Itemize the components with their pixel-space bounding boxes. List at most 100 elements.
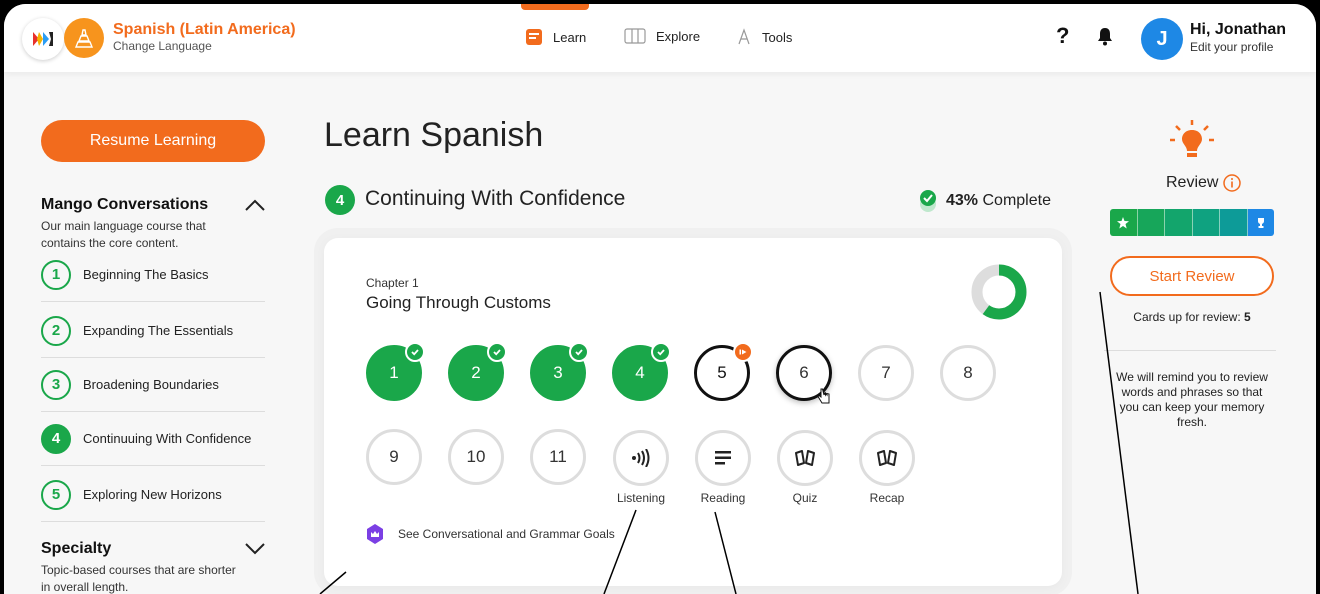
recap-label: Recap: [869, 491, 905, 505]
reading-icon: [715, 451, 731, 465]
lesson-number: 10: [466, 447, 486, 466]
cards-up-count: 5: [1244, 310, 1251, 324]
completion-percent: 43%: [946, 192, 979, 209]
cards-icon: [795, 450, 815, 466]
mango-logo[interactable]: [22, 18, 64, 60]
course-item-1[interactable]: 1 Beginning The Basics: [41, 248, 265, 302]
quiz-activity[interactable]: [777, 430, 833, 486]
star-icon: [1110, 209, 1138, 236]
specialty-title: Specialty: [41, 540, 112, 557]
lesson-circle[interactable]: 9: [366, 429, 422, 485]
chapter-card: Chapter 1 Going Through Customs 1 2 3 4 5 6 7 8…: [324, 238, 1062, 586]
listening-activity[interactable]: [613, 430, 669, 486]
bell-icon[interactable]: [1096, 26, 1114, 51]
lesson-number: 11: [549, 447, 567, 466]
learn-icon: [526, 29, 542, 45]
course-item-5[interactable]: 5 Exploring New Horizons: [41, 468, 265, 522]
explore-icon: [624, 28, 646, 44]
checkmark-icon: [405, 342, 425, 362]
cards-up-label: Cards up for review:: [1133, 310, 1241, 324]
reading-activity[interactable]: [695, 430, 751, 486]
course-label: Continuuing With Confidence: [83, 431, 252, 446]
course-label: Expanding The Essentials: [83, 323, 234, 338]
divider: [1104, 350, 1276, 351]
course-number-badge: 3: [41, 369, 71, 400]
reading-label: Reading: [700, 491, 746, 505]
lesson-number: 1: [389, 363, 399, 382]
help-icon[interactable]: ?: [1056, 23, 1069, 49]
lesson-number: 6: [799, 363, 809, 382]
language-name[interactable]: Spanish (Latin America): [113, 21, 296, 39]
lesson-circle[interactable]: 10: [448, 429, 504, 485]
chapter-title: Going Through Customs: [366, 293, 551, 312]
edit-profile-link[interactable]: Edit your profile: [1190, 40, 1273, 54]
lesson-circle[interactable]: 7: [858, 345, 914, 401]
lesson-number: 5: [717, 363, 727, 382]
checkmark-icon: [651, 342, 671, 362]
nav-learn[interactable]: Learn: [525, 28, 586, 46]
lesson-circle[interactable]: 11: [530, 429, 586, 485]
chapter-progress-ring: [971, 264, 1027, 320]
recap-activity[interactable]: [859, 430, 915, 486]
info-icon[interactable]: [1223, 174, 1242, 192]
completion-status: 43% Complete: [918, 188, 1051, 214]
unit-title: Continuing With Confidence: [365, 187, 626, 210]
course-item-2[interactable]: 2 Expanding The Essentials: [41, 304, 265, 358]
language-flag-icon[interactable]: [64, 18, 104, 58]
top-header: Spanish (Latin America) Change Language …: [4, 4, 1316, 72]
lesson-number: 9: [389, 447, 399, 466]
lesson-number: 7: [881, 363, 891, 382]
lesson-circle[interactable]: 5: [694, 342, 753, 401]
hand-cursor-icon: [817, 388, 831, 409]
review-title: Review: [1166, 174, 1219, 191]
quiz-label: Quiz: [792, 491, 818, 505]
resume-learning-button[interactable]: Resume Learning: [41, 120, 265, 162]
chevron-up-icon[interactable]: [244, 198, 266, 212]
play-icon: [733, 342, 753, 362]
lesson-number: 8: [963, 363, 973, 382]
review-progress-bar: [1110, 209, 1274, 236]
checkmark-icon: [487, 342, 507, 362]
course-label: Beginning The Basics: [83, 267, 209, 282]
user-greeting[interactable]: Hi, Jonathan: [1190, 21, 1286, 39]
tools-icon: [738, 28, 750, 45]
nav-learn-label: Learn: [553, 29, 587, 45]
page-title: Learn Spanish: [324, 116, 544, 154]
completion-label: Complete: [982, 192, 1051, 209]
cards-up-for-review: Cards up for review: 5: [1110, 310, 1274, 324]
nav-tools-label: Tools: [762, 29, 793, 45]
course-item-4[interactable]: 4 Continuuing With Confidence: [41, 412, 265, 466]
course-number-badge: 4: [41, 423, 71, 454]
lesson-circle[interactable]: 1: [366, 342, 425, 401]
goals-link-label: See Conversational and Grammar Goals: [398, 527, 615, 541]
review-reminder-text: We will remind you to review words and p…: [1116, 370, 1268, 429]
lesson-circle[interactable]: 2: [448, 342, 507, 401]
checkmark-icon: [569, 342, 589, 362]
goals-link[interactable]: See Conversational and Grammar Goals: [366, 524, 615, 544]
trophy-icon: [1247, 209, 1274, 236]
lesson-circle[interactable]: 6: [776, 345, 832, 404]
course-label: Exploring New Horizons: [83, 487, 222, 502]
chevron-down-icon[interactable]: [244, 541, 266, 555]
lightbulb-icon: [1170, 120, 1214, 157]
conversations-description: Our main language course that contains t…: [41, 219, 206, 250]
course-number-badge: 1: [41, 259, 71, 290]
course-label: Broadening Boundaries: [83, 377, 219, 392]
lesson-circle[interactable]: 3: [530, 342, 589, 401]
crown-badge-icon: [367, 524, 383, 544]
change-language-link[interactable]: Change Language: [113, 39, 212, 53]
review-bar-segment: [1165, 209, 1193, 236]
listening-icon: [632, 449, 650, 467]
lesson-number: 3: [553, 363, 563, 382]
nav-tools[interactable]: Tools: [736, 28, 792, 46]
listening-label: Listening: [616, 491, 666, 505]
course-item-3[interactable]: 3 Broadening Boundaries: [41, 358, 265, 412]
app-window: Spanish (Latin America) Change Language …: [4, 4, 1316, 594]
lesson-circle[interactable]: 4: [612, 342, 671, 401]
nav-explore[interactable]: Explore: [624, 28, 700, 44]
avatar[interactable]: J: [1141, 18, 1183, 60]
review-heading: Review: [1166, 174, 1242, 192]
lesson-circle[interactable]: 8: [940, 345, 996, 401]
start-review-button[interactable]: Start Review: [1110, 256, 1274, 296]
lesson-number: 4: [635, 363, 645, 382]
